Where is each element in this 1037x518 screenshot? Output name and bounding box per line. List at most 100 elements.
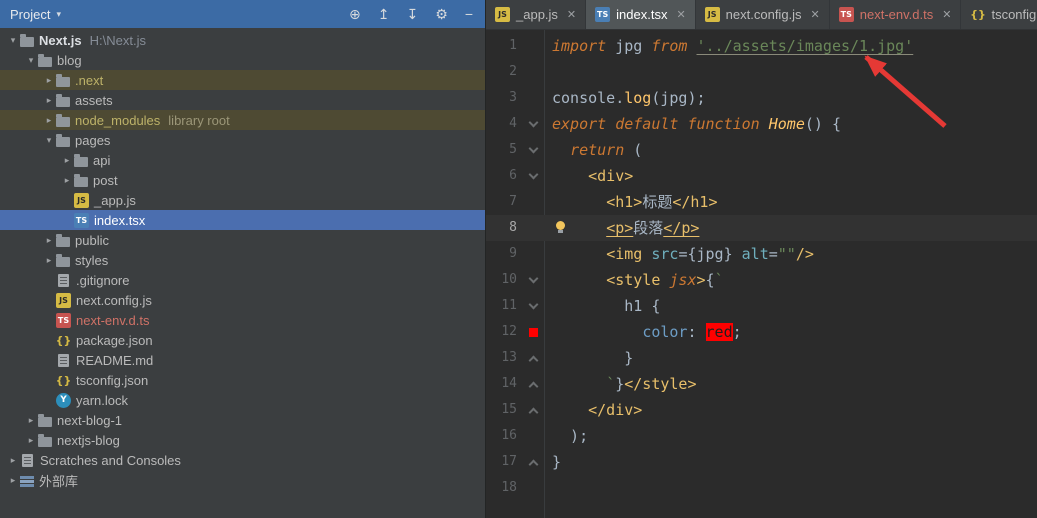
- code-text[interactable]: return (: [544, 137, 1037, 163]
- tree-item-api[interactable]: ▸ api: [0, 150, 485, 170]
- line-number[interactable]: 11: [486, 293, 522, 319]
- close-tab-icon[interactable]: ✕: [942, 8, 951, 21]
- line-number[interactable]: 12: [486, 319, 522, 345]
- code-text[interactable]: }: [544, 345, 1037, 371]
- close-tab-icon[interactable]: ✕: [811, 8, 820, 21]
- line-number[interactable]: 5: [486, 137, 522, 163]
- tree-item-package-json[interactable]: {} package.json: [0, 330, 485, 350]
- code-text[interactable]: <img src={jpg} alt=""/>: [544, 241, 1037, 267]
- fold-marker-icon[interactable]: [528, 459, 538, 469]
- code-text[interactable]: [544, 475, 1037, 501]
- chevron-right-icon[interactable]: ▸: [42, 115, 56, 126]
- tab-next-env-d-ts[interactable]: TS next-env.d.ts ✕: [830, 0, 962, 29]
- fold-marker-icon[interactable]: [528, 407, 538, 417]
- chevron-right-icon[interactable]: ▸: [24, 415, 38, 426]
- line-number[interactable]: 10: [486, 267, 522, 293]
- line-number[interactable]: 9: [486, 241, 522, 267]
- chevron-right-icon[interactable]: ▸: [24, 435, 38, 446]
- hide-icon[interactable]: −: [465, 7, 473, 21]
- tree-item-app-js[interactable]: JS _app.js: [0, 190, 485, 210]
- line-number[interactable]: 4: [486, 111, 522, 137]
- locate-file-icon[interactable]: ⊕: [349, 7, 361, 21]
- chevron-right-icon[interactable]: ▸: [42, 95, 56, 106]
- chevron-right-icon[interactable]: ▸: [60, 155, 74, 166]
- tree-item-blog[interactable]: ▾ blog: [0, 50, 485, 70]
- fold-marker-icon[interactable]: [528, 143, 538, 153]
- line-number[interactable]: 16: [486, 423, 522, 449]
- fold-marker-icon[interactable]: [528, 117, 538, 127]
- line-number[interactable]: 14: [486, 371, 522, 397]
- tree-item-index-tsx[interactable]: TS index.tsx: [0, 210, 485, 230]
- code-text[interactable]: export default function Home() {: [544, 111, 1037, 137]
- code-text[interactable]: [544, 59, 1037, 85]
- fold-marker-icon[interactable]: [528, 381, 538, 391]
- tab-index-tsx[interactable]: TS index.tsx ✕: [586, 0, 696, 29]
- tree-item-node-modules[interactable]: ▸ node_modules library root: [0, 110, 485, 130]
- code-text[interactable]: <style jsx>{`: [544, 267, 1037, 293]
- fold-marker-icon[interactable]: [528, 299, 538, 309]
- fold-marker-icon[interactable]: [528, 355, 538, 365]
- code-text[interactable]: import jpg from '../assets/images/1.jpg': [544, 33, 1037, 59]
- collapse-all-icon[interactable]: ↥: [378, 7, 390, 21]
- tree-item-readme-md[interactable]: README.md: [0, 350, 485, 370]
- tree-item-next[interactable]: ▸ .next: [0, 70, 485, 90]
- line-number[interactable]: 17: [486, 449, 522, 475]
- tree-item-scratches-and-consoles[interactable]: ▸ Scratches and Consoles: [0, 450, 485, 470]
- chevron-right-icon[interactable]: ▸: [60, 175, 74, 186]
- line-number[interactable]: 15: [486, 397, 522, 423]
- tree-item-public[interactable]: ▸ public: [0, 230, 485, 250]
- code-text[interactable]: );: [544, 423, 1037, 449]
- line-number[interactable]: 18: [486, 475, 522, 501]
- tree-item-external-libraries[interactable]: ▸ 外部库: [0, 470, 485, 490]
- chevron-right-icon[interactable]: ▸: [42, 75, 56, 86]
- chevron-down-icon[interactable]: ▾: [42, 135, 56, 146]
- code-text[interactable]: console.log(jpg);: [544, 85, 1037, 111]
- chevron-right-icon[interactable]: ▸: [42, 255, 56, 266]
- close-tab-icon[interactable]: ✕: [676, 8, 685, 21]
- tree-item-nextjs-blog[interactable]: ▸ nextjs-blog: [0, 430, 485, 450]
- tab-next-config-js[interactable]: JS next.config.js ✕: [696, 0, 830, 29]
- tree-item-post[interactable]: ▸ post: [0, 170, 485, 190]
- color-preview-swatch[interactable]: [528, 327, 538, 337]
- tree-item-pages[interactable]: ▾ pages: [0, 130, 485, 150]
- code-text[interactable]: h1 {: [544, 293, 1037, 319]
- code-text[interactable]: }: [544, 449, 1037, 475]
- line-number[interactable]: 3: [486, 85, 522, 111]
- tree-item-assets[interactable]: ▸ assets: [0, 90, 485, 110]
- settings-icon[interactable]: ⚙: [435, 7, 448, 21]
- tab-tsconfig-json[interactable]: {}tsconfig.json✕: [961, 0, 1037, 29]
- code-text[interactable]: <p>段落</p>: [544, 215, 1037, 241]
- line-number[interactable]: 8: [486, 215, 522, 241]
- line-number[interactable]: 13: [486, 345, 522, 371]
- code-text[interactable]: color: red;: [544, 319, 1037, 345]
- chevron-right-icon[interactable]: ▸: [6, 475, 20, 486]
- tree-item-next-env-d-ts[interactable]: TS next-env.d.ts: [0, 310, 485, 330]
- line-number[interactable]: 7: [486, 189, 522, 215]
- close-tab-icon[interactable]: ✕: [567, 8, 576, 21]
- code-text[interactable]: <div>: [544, 163, 1037, 189]
- code-text[interactable]: <h1>标题</h1>: [544, 189, 1037, 215]
- tree-item-tsconfig-json[interactable]: {} tsconfig.json: [0, 370, 485, 390]
- tree-item-next-config-js[interactable]: JS next.config.js: [0, 290, 485, 310]
- project-view-dropdown[interactable]: Project ▾: [10, 7, 61, 22]
- line-number[interactable]: 1: [486, 33, 522, 59]
- line-number[interactable]: 2: [486, 59, 522, 85]
- tree-item-next-js[interactable]: ▾ Next.js H:\Next.js: [0, 30, 485, 50]
- tree-item-gitignore[interactable]: .gitignore: [0, 270, 485, 290]
- code-text[interactable]: `}</style>: [544, 371, 1037, 397]
- chevron-right-icon[interactable]: ▸: [42, 235, 56, 246]
- fold-marker-icon[interactable]: [528, 169, 538, 179]
- tree-item-next-blog-1[interactable]: ▸ next-blog-1: [0, 410, 485, 430]
- tree-item-styles[interactable]: ▸ styles: [0, 250, 485, 270]
- chevron-down-icon[interactable]: ▾: [6, 35, 20, 46]
- code-editor[interactable]: 1 import jpg from '../assets/images/1.jpg…: [486, 30, 1037, 518]
- fold-marker-icon[interactable]: [528, 273, 538, 283]
- expand-all-icon[interactable]: ↧: [407, 7, 419, 21]
- chevron-right-icon[interactable]: ▸: [6, 455, 20, 466]
- tree-item-yarn-lock[interactable]: Yyarn.lock: [0, 390, 485, 410]
- line-number[interactable]: 6: [486, 163, 522, 189]
- chevron-down-icon[interactable]: ▾: [24, 55, 38, 66]
- code-text[interactable]: </div>: [544, 397, 1037, 423]
- tab-app-js[interactable]: JS _app.js ✕: [486, 0, 587, 29]
- intention-bulb-icon[interactable]: [556, 221, 565, 233]
